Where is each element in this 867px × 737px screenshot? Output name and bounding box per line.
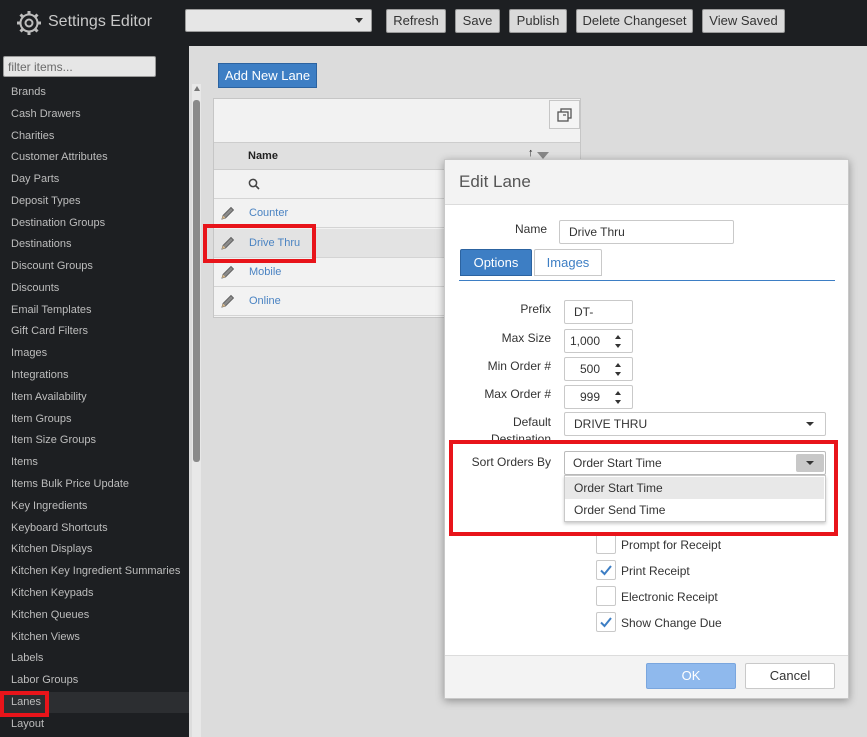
sidebar-item-kitchen-keypads[interactable]: Kitchen Keypads [0, 583, 189, 604]
increment-icon[interactable] [615, 391, 621, 395]
sidebar-item-kitchen-displays[interactable]: Kitchen Displays [0, 539, 189, 560]
sidebar-item-layout[interactable]: Layout [0, 714, 189, 735]
prompt-for-receipt-checkbox[interactable] [596, 534, 616, 554]
min-order-value: 500 [579, 362, 600, 376]
refresh-button[interactable]: Refresh [386, 9, 446, 33]
sidebar-item-email-templates[interactable]: Email Templates [0, 300, 189, 321]
max-order-label: Max Order # [484, 387, 551, 401]
max-size-label: Max Size [501, 331, 551, 345]
prefix-label: Prefix [520, 302, 551, 316]
pencil-icon[interactable] [219, 205, 236, 222]
pencil-icon[interactable] [219, 293, 236, 310]
sidebar-item-images[interactable]: Images [0, 343, 189, 364]
checkmark-icon [600, 617, 612, 628]
column-menu-button[interactable] [549, 100, 580, 129]
increment-icon[interactable] [615, 363, 621, 367]
columns-icon [557, 108, 572, 122]
sidebar-item-kitchen-queues[interactable]: Kitchen Queues [0, 605, 189, 626]
sidebar-item-deposit-types[interactable]: Deposit Types [0, 191, 189, 212]
pencil-icon[interactable] [219, 264, 236, 281]
decrement-icon[interactable] [615, 400, 621, 404]
sidebar-item-brands[interactable]: Brands [0, 82, 189, 103]
prompt-for-receipt-label: Prompt for Receipt [621, 538, 722, 552]
show-change-due-label: Show Change Due [621, 616, 722, 630]
sidebar-item-discounts[interactable]: Discounts [0, 278, 189, 299]
sidebar-item-items[interactable]: Items [0, 452, 189, 473]
changeset-select[interactable] [185, 9, 372, 32]
name-field[interactable]: Drive Thru [559, 220, 734, 244]
lane-name-link[interactable]: Mobile [249, 266, 281, 278]
view-saved-button[interactable]: View Saved [702, 9, 785, 33]
column-header-name[interactable]: Name [248, 150, 278, 162]
min-order-stepper[interactable]: 500 [564, 357, 633, 381]
sidebar-item-discount-groups[interactable]: Discount Groups [0, 256, 189, 277]
chevron-down-icon [355, 18, 363, 23]
tab-options[interactable]: Options [460, 249, 532, 276]
scrollbar-thumb[interactable] [193, 100, 200, 462]
highlight-box-lanes [0, 691, 49, 717]
highlight-box-sort-orders [449, 440, 838, 536]
search-icon [248, 178, 260, 190]
sidebar-item-item-size-groups[interactable]: Item Size Groups [0, 430, 189, 451]
publish-button[interactable]: Publish [509, 9, 567, 33]
sidebar-item-gift-card-filters[interactable]: Gift Card Filters [0, 321, 189, 342]
highlight-box-drive-thru [203, 224, 316, 263]
max-order-stepper[interactable]: 999 [564, 385, 633, 409]
increment-icon[interactable] [615, 335, 621, 339]
electronic-receipt-checkbox[interactable] [596, 586, 616, 606]
sidebar-item-item-availability[interactable]: Item Availability [0, 387, 189, 408]
save-button[interactable]: Save [455, 9, 500, 33]
name-label: Name [514, 222, 547, 236]
sidebar-item-labor-groups[interactable]: Labor Groups [0, 670, 189, 691]
lane-name-link[interactable]: Counter [249, 207, 288, 219]
sidebar-item-kitchen-key-ingredient-summaries[interactable]: Kitchen Key Ingredient Summaries [0, 561, 189, 582]
cancel-button[interactable]: Cancel [745, 663, 835, 689]
print-receipt-checkbox[interactable] [596, 560, 616, 580]
scroll-up-icon[interactable] [194, 86, 200, 91]
app-title: Settings Editor [48, 13, 153, 30]
max-size-value: 1,000 [569, 334, 600, 348]
tab-divider [459, 280, 835, 281]
dialog-title: Edit Lane [459, 172, 531, 191]
show-change-due-checkbox[interactable] [596, 612, 616, 632]
sidebar-item-key-ingredients[interactable]: Key Ingredients [0, 496, 189, 517]
add-new-lane-button[interactable]: Add New Lane [218, 63, 317, 88]
delete-changeset-button[interactable]: Delete Changeset [576, 9, 693, 33]
sort-arrow-icon[interactable]: ↑ [528, 147, 534, 159]
sidebar-item-integrations[interactable]: Integrations [0, 365, 189, 386]
sidebar-item-charities[interactable]: Charities [0, 126, 189, 147]
tab-images[interactable]: Images [534, 249, 602, 276]
sidebar-item-items-bulk-price-update[interactable]: Items Bulk Price Update [0, 474, 189, 495]
decrement-icon[interactable] [615, 344, 621, 348]
sidebar-item-cash-drawers[interactable]: Cash Drawers [0, 104, 189, 125]
sidebar-item-kitchen-views[interactable]: Kitchen Views [0, 627, 189, 648]
prefix-field[interactable]: DT- [564, 300, 633, 324]
filter-icon[interactable] [537, 152, 549, 159]
max-size-stepper[interactable]: 1,000 [564, 329, 633, 353]
electronic-receipt-label: Electronic Receipt [621, 590, 718, 604]
gear-icon [17, 11, 41, 35]
sidebar-item-customer-attributes[interactable]: Customer Attributes [0, 147, 189, 168]
sidebar-item-labels[interactable]: Labels [0, 648, 189, 669]
lane-name-link[interactable]: Online [249, 295, 281, 307]
min-order-label: Min Order # [487, 359, 551, 373]
filter-input[interactable] [3, 56, 156, 77]
default-destination-select[interactable]: DRIVE THRU [564, 412, 826, 436]
sidebar-item-destination-groups[interactable]: Destination Groups [0, 213, 189, 234]
decrement-icon[interactable] [615, 372, 621, 376]
chevron-down-icon[interactable] [806, 422, 814, 426]
max-order-value: 999 [579, 390, 600, 404]
sidebar-item-destinations[interactable]: Destinations [0, 234, 189, 255]
sidebar-item-day-parts[interactable]: Day Parts [0, 169, 189, 190]
sidebar-item-keyboard-shortcuts[interactable]: Keyboard Shortcuts [0, 518, 189, 539]
sidebar-item-item-groups[interactable]: Item Groups [0, 409, 189, 430]
checkmark-icon [600, 565, 612, 576]
ok-button[interactable]: OK [646, 663, 736, 689]
print-receipt-label: Print Receipt [621, 564, 690, 578]
default-destination-label: Default [512, 415, 551, 429]
